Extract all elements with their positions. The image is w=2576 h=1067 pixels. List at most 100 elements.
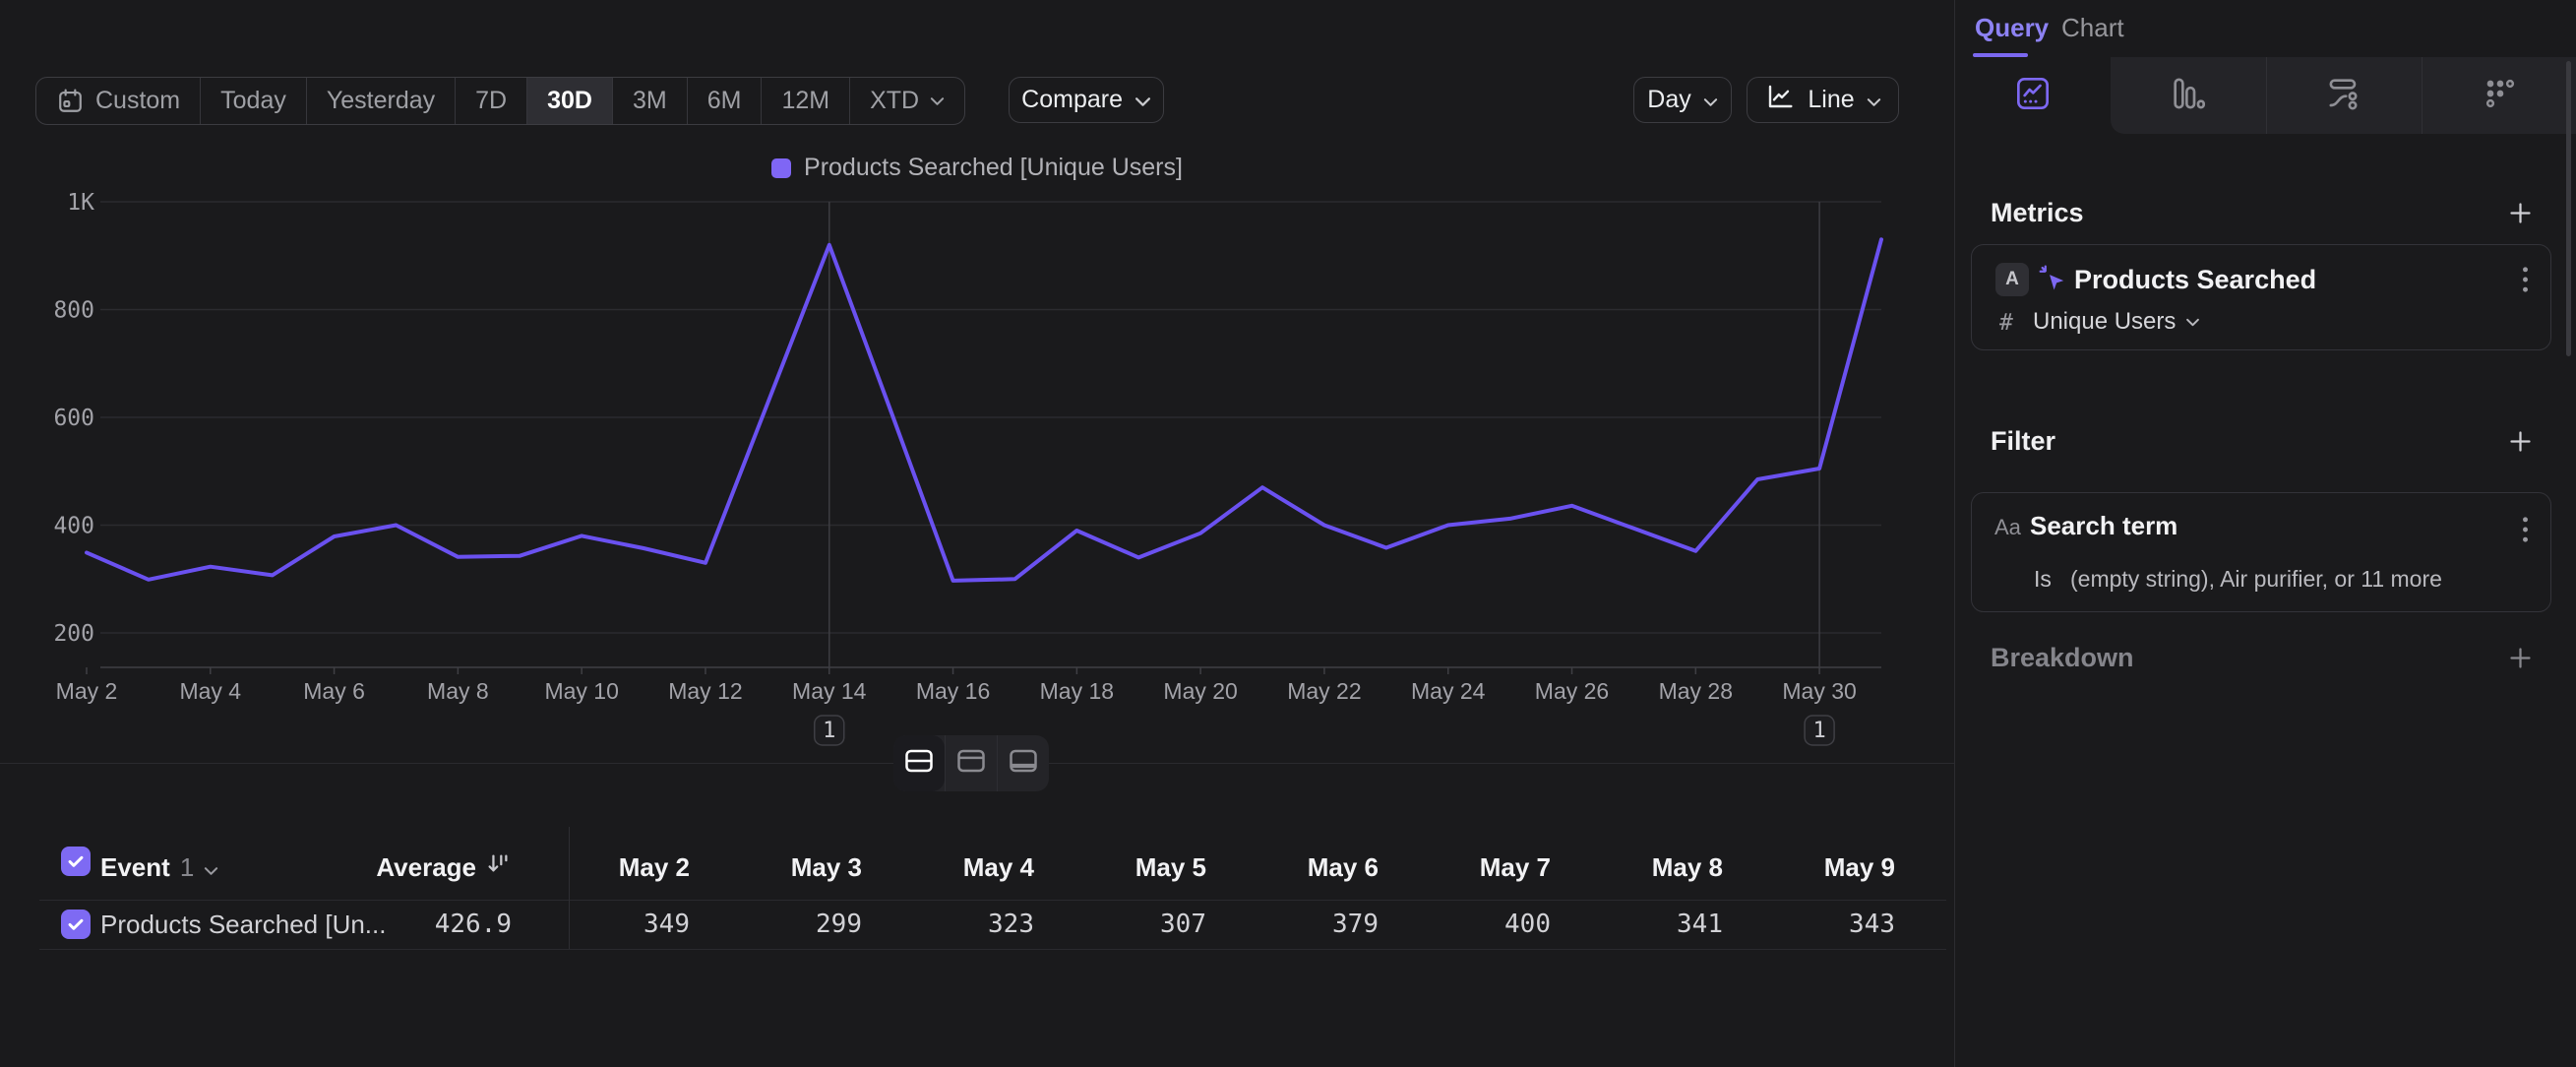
check-icon — [65, 913, 87, 935]
toolbar: Custom Today Yesterday 7D 30D 3M 6M12MXTD Comp… — [35, 77, 1164, 125]
x-axis-label: May 28 — [1659, 678, 1733, 704]
calendar-icon — [56, 87, 85, 115]
tab-query[interactable]: Query — [1975, 0, 2049, 55]
chart-type-button[interactable]: Line — [1747, 77, 1899, 123]
chevron-down-icon — [204, 852, 218, 883]
annotation-badge-label: 1 — [1812, 719, 1825, 743]
range-label: 3M — [633, 87, 667, 115]
chevron-down-icon — [930, 96, 945, 106]
filter-property-name: Search term — [2030, 511, 2177, 541]
range-label: 7D — [475, 87, 507, 115]
filter-title: Filter — [1991, 426, 2055, 457]
x-axis-label: May 14 — [792, 678, 867, 704]
layout-bottom-button[interactable] — [997, 735, 1049, 791]
bar-chart-icon — [2169, 74, 2208, 118]
range-today[interactable]: Today — [200, 78, 306, 124]
y-axis-label: 600 — [53, 406, 94, 431]
x-axis-label: May 10 — [544, 678, 618, 704]
metric-card[interactable]: A Products Searched # Unique Users — [1971, 244, 2551, 350]
annotation-badge-label: 1 — [823, 719, 835, 743]
breakdown-section-header: Breakdown — [1991, 640, 2534, 675]
layout-split-icon — [904, 748, 934, 779]
column-header: May 4 — [913, 835, 1034, 900]
range-30d[interactable]: 30D — [526, 78, 612, 124]
chevron-down-icon — [1135, 86, 1151, 114]
add-metric-button[interactable] — [2507, 200, 2534, 226]
y-axis-label: 200 — [53, 621, 94, 647]
aggregation-label: Unique Users — [2033, 308, 2176, 336]
chart-type-label: Line — [1808, 86, 1854, 114]
range-6m[interactable]: 6M — [687, 78, 762, 124]
table-cell: 323 — [913, 900, 1034, 949]
table-cell: 341 — [1602, 900, 1723, 949]
line-chart: 1K800600400200May 2May 4May 6May 8May 10… — [39, 187, 1909, 768]
line-chart-icon — [1764, 81, 1796, 119]
range-label: Today — [220, 87, 286, 115]
range-yesterday[interactable]: Yesterday — [306, 78, 455, 124]
granularity-button[interactable]: Day — [1633, 77, 1732, 123]
chart-legend: Products Searched [Unique Users] — [0, 154, 1954, 182]
range-7d[interactable]: 7D — [455, 78, 526, 124]
date-range-control: Custom Today Yesterday 7D 30D 3M 6M12MXTD — [35, 77, 965, 125]
x-axis-label: May 30 — [1782, 678, 1856, 704]
chevron-down-icon — [1703, 86, 1718, 114]
select-all-checkbox[interactable] — [61, 847, 91, 876]
average-column-header[interactable]: Average — [295, 835, 512, 900]
event-column-header[interactable]: Event 1 — [100, 835, 218, 900]
chevron-down-icon — [2185, 318, 2200, 327]
column-header: May 8 — [1602, 835, 1723, 900]
flows-icon — [2325, 74, 2364, 118]
filter-card[interactable]: Aa Search term Is (empty string), Air pu… — [1971, 492, 2551, 612]
series-letter-badge: A — [1995, 263, 2029, 296]
sort-icon — [485, 850, 512, 884]
chevron-down-icon — [1867, 86, 1881, 114]
x-axis-label: May 24 — [1411, 678, 1486, 704]
aggregation-selector[interactable]: Unique Users — [2033, 308, 2200, 336]
x-axis-label: May 6 — [303, 678, 365, 704]
table-cell: 343 — [1774, 900, 1895, 949]
range-12m[interactable]: 12M — [761, 78, 849, 124]
range-custom[interactable]: Custom — [36, 78, 200, 124]
table-cell: 379 — [1257, 900, 1379, 949]
x-axis-label: May 8 — [427, 678, 489, 704]
column-header: May 5 — [1085, 835, 1206, 900]
add-filter-button[interactable] — [2507, 428, 2534, 455]
layout-split-button[interactable] — [893, 735, 945, 791]
x-axis-label: May 20 — [1163, 678, 1237, 704]
y-axis-label: 800 — [53, 298, 94, 324]
column-header: May 6 — [1257, 835, 1379, 900]
range-label: Yesterday — [327, 87, 435, 115]
kebab-icon — [2522, 515, 2529, 544]
filter-operator: Is — [2034, 566, 2052, 593]
range-3m[interactable]: 3M — [612, 78, 687, 124]
add-breakdown-button[interactable] — [2507, 645, 2534, 671]
event-header-label: Event — [100, 852, 170, 883]
report-tab-more[interactable] — [2422, 57, 2576, 134]
plus-icon — [2507, 200, 2534, 226]
layout-bottom-icon — [1009, 748, 1038, 779]
compare-button[interactable]: Compare — [1009, 77, 1164, 123]
dots-grid-icon — [2481, 74, 2520, 118]
filter-values[interactable]: (empty string), Air purifier, or 11 more — [2070, 566, 2442, 593]
metric-event-name: Products Searched — [2074, 265, 2316, 295]
query-sidebar: Query Chart Metrics A — [1954, 0, 2576, 1067]
metrics-title: Metrics — [1991, 198, 2084, 228]
table-cell: 400 — [1430, 900, 1551, 949]
range-xtd[interactable]: XTD — [849, 78, 964, 124]
sidebar-scrollbar[interactable] — [2566, 61, 2571, 356]
table-cell: 299 — [741, 900, 862, 949]
tab-chart[interactable]: Chart — [2061, 0, 2124, 55]
filter-menu-button[interactable] — [2522, 515, 2529, 544]
plus-icon — [2507, 645, 2534, 671]
x-axis-label: May 26 — [1535, 678, 1609, 704]
main-panel: Custom Today Yesterday 7D 30D 3M 6M12MXTD Comp… — [0, 0, 1954, 1067]
report-tab-funnels[interactable] — [2111, 57, 2266, 134]
x-axis-label: May 18 — [1040, 678, 1114, 704]
report-tab-insights[interactable] — [1955, 57, 2111, 134]
layout-top-button[interactable] — [945, 735, 997, 791]
average-value: 426.9 — [335, 900, 512, 949]
row-checkbox[interactable] — [61, 910, 91, 939]
metric-menu-button[interactable] — [2522, 265, 2529, 294]
column-header: May 7 — [1430, 835, 1551, 900]
report-tab-flows[interactable] — [2266, 57, 2422, 134]
